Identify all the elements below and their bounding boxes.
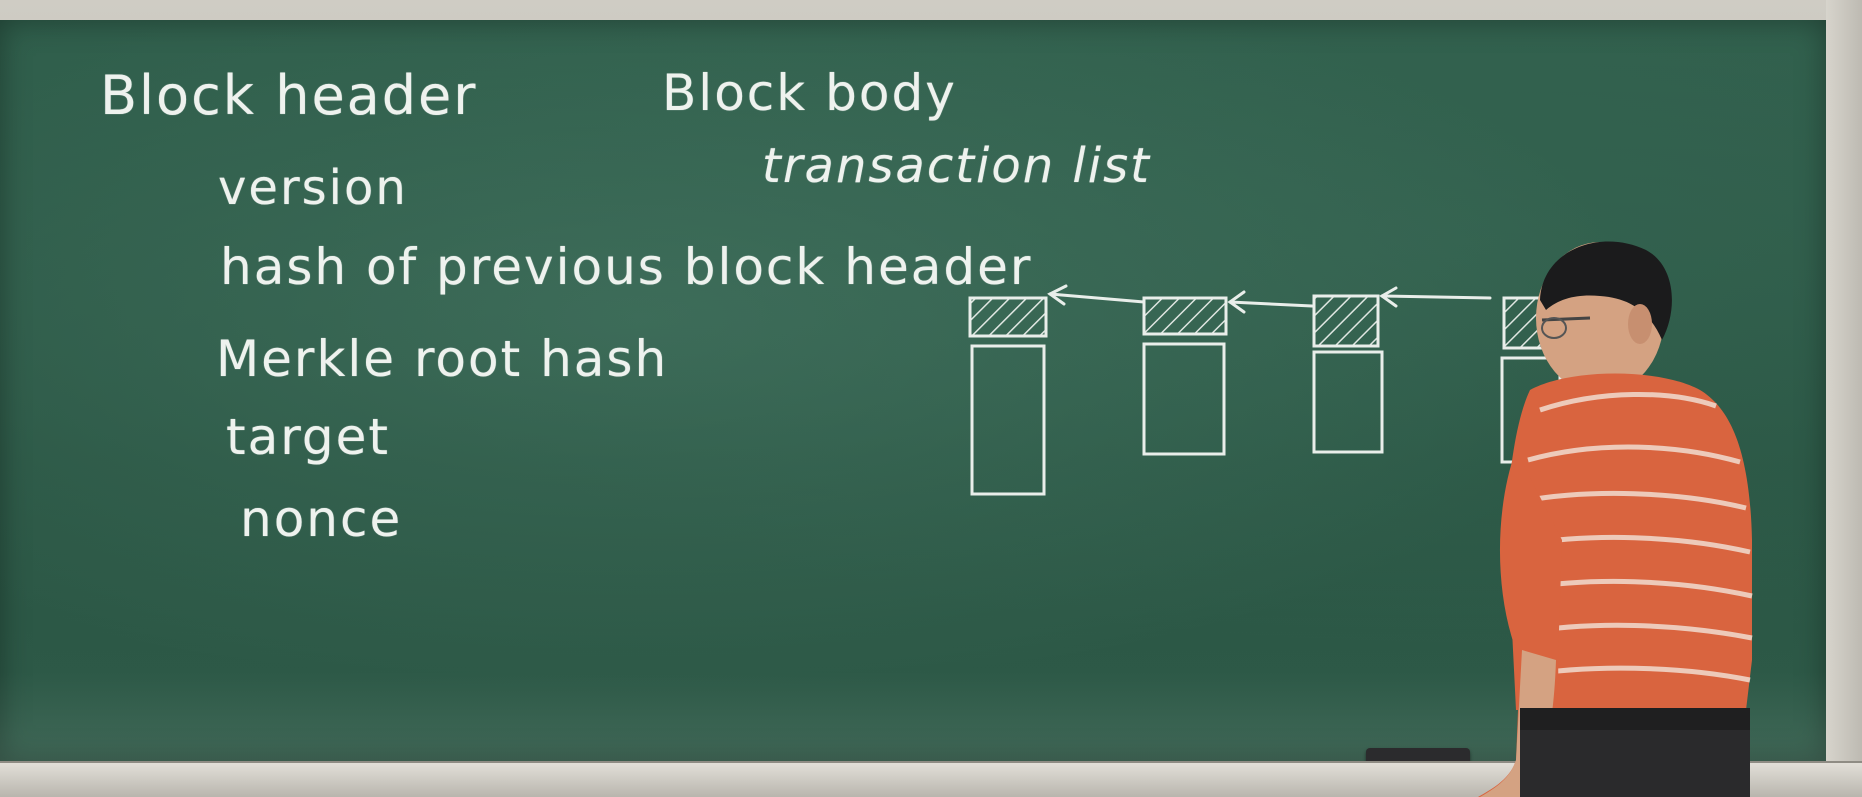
- arrow-3-to-2: [1227, 290, 1314, 314]
- block-2: [1142, 296, 1228, 456]
- block-2-header: [1142, 296, 1228, 336]
- lecture-scene: Block header Block body transaction list…: [0, 0, 1862, 797]
- block-1-body: [970, 344, 1046, 496]
- block-1-header: [968, 296, 1048, 338]
- lecturer: [1450, 240, 1800, 797]
- block-3: [1312, 294, 1384, 454]
- block-3-header: [1312, 294, 1380, 348]
- block-2-body: [1142, 342, 1226, 456]
- block-3-body: [1312, 350, 1384, 454]
- arrow-2-to-1: [1047, 284, 1146, 306]
- block-1: [968, 296, 1048, 496]
